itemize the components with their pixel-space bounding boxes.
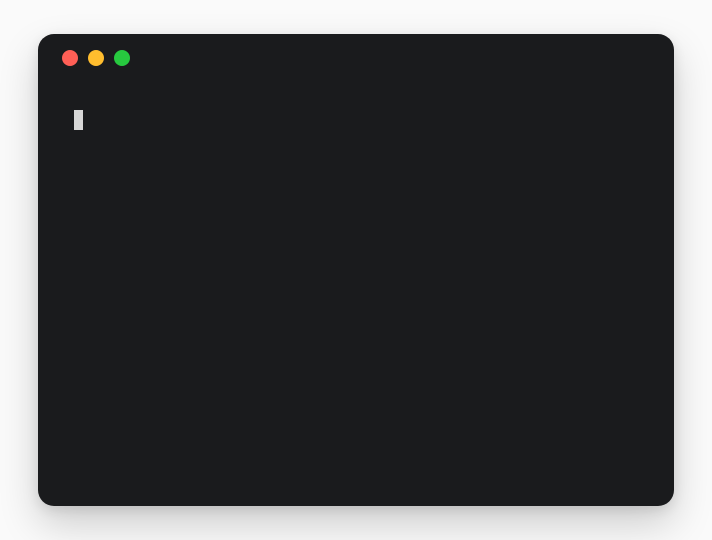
minimize-icon[interactable]	[88, 50, 104, 66]
terminal-body[interactable]	[38, 82, 674, 506]
prompt-line[interactable]	[70, 110, 642, 130]
terminal-window	[38, 34, 674, 506]
cursor-icon	[74, 110, 83, 130]
close-icon[interactable]	[62, 50, 78, 66]
zoom-icon[interactable]	[114, 50, 130, 66]
titlebar	[38, 34, 674, 82]
